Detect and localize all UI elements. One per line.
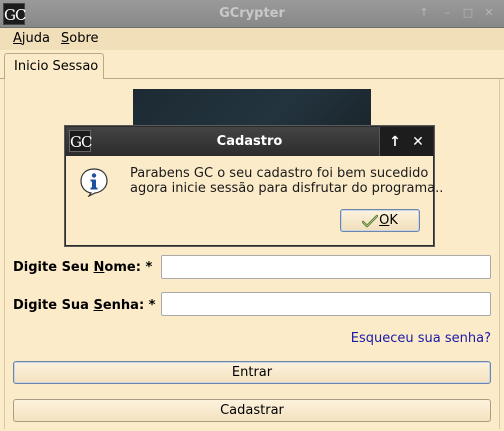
info-icon — [80, 168, 108, 197]
ok-label: K — [389, 213, 398, 228]
dialog-message-line: agora inicie sessão para disfrutar do pr… — [130, 181, 444, 196]
menu-about-label: obre — [69, 31, 99, 46]
menu-bar: Ajuda Sobre — [0, 28, 504, 50]
tab-inicio-sessao[interactable]: Inicio Sessao — [4, 53, 104, 79]
window-pin-icon[interactable]: ↑ — [416, 5, 432, 21]
check-icon — [362, 214, 379, 227]
dialog-titlebar[interactable]: GC Cadastro ↑ ✕ — [66, 127, 433, 156]
password-input[interactable] — [161, 292, 491, 316]
window-minimize-icon[interactable]: – — [439, 5, 455, 21]
dialog-title: Cadastro — [216, 134, 283, 149]
menu-about[interactable]: Sobre — [60, 30, 100, 48]
cadastro-dialog: GC Cadastro ↑ ✕ Parabens GC o seu cadast… — [65, 126, 444, 246]
window-maximize-icon[interactable]: □ — [460, 5, 476, 21]
menu-help[interactable]: Ajuda — [12, 30, 51, 48]
menu-help-accel: A — [13, 31, 22, 46]
tab-panel-border — [4, 79, 5, 429]
banner-image — [133, 89, 371, 129]
dialog-controls: ↑ ✕ — [379, 127, 433, 156]
login-button[interactable]: Entrar — [13, 361, 491, 384]
window-close-icon[interactable]: ✕ — [481, 5, 497, 21]
name-input[interactable] — [161, 255, 491, 279]
ok-accel: O — [379, 213, 390, 228]
password-label: Digite Sua Senha: * — [13, 298, 156, 313]
dialog-message: Parabens GC o seu cadastro foi bem suced… — [130, 166, 444, 196]
name-label: Digite Seu Nome: * — [13, 260, 153, 275]
tab-panel-border — [499, 79, 500, 429]
window-titlebar[interactable]: GC GCrypter ↑ – □ ✕ — [0, 0, 504, 28]
dialog-pin-icon[interactable]: ↑ — [386, 133, 404, 151]
dialog-message-line: Parabens GC o seu cadastro foi bem suced… — [130, 166, 429, 181]
forgot-password-link[interactable]: Esqueceu sua senha? — [351, 331, 491, 346]
ok-button[interactable]: OK — [340, 209, 420, 232]
dialog-close-icon[interactable]: ✕ — [409, 133, 427, 151]
register-button[interactable]: Cadastrar — [13, 399, 491, 422]
tab-label: Inicio Sessao — [14, 59, 99, 74]
menu-help-label: juda — [21, 31, 50, 46]
